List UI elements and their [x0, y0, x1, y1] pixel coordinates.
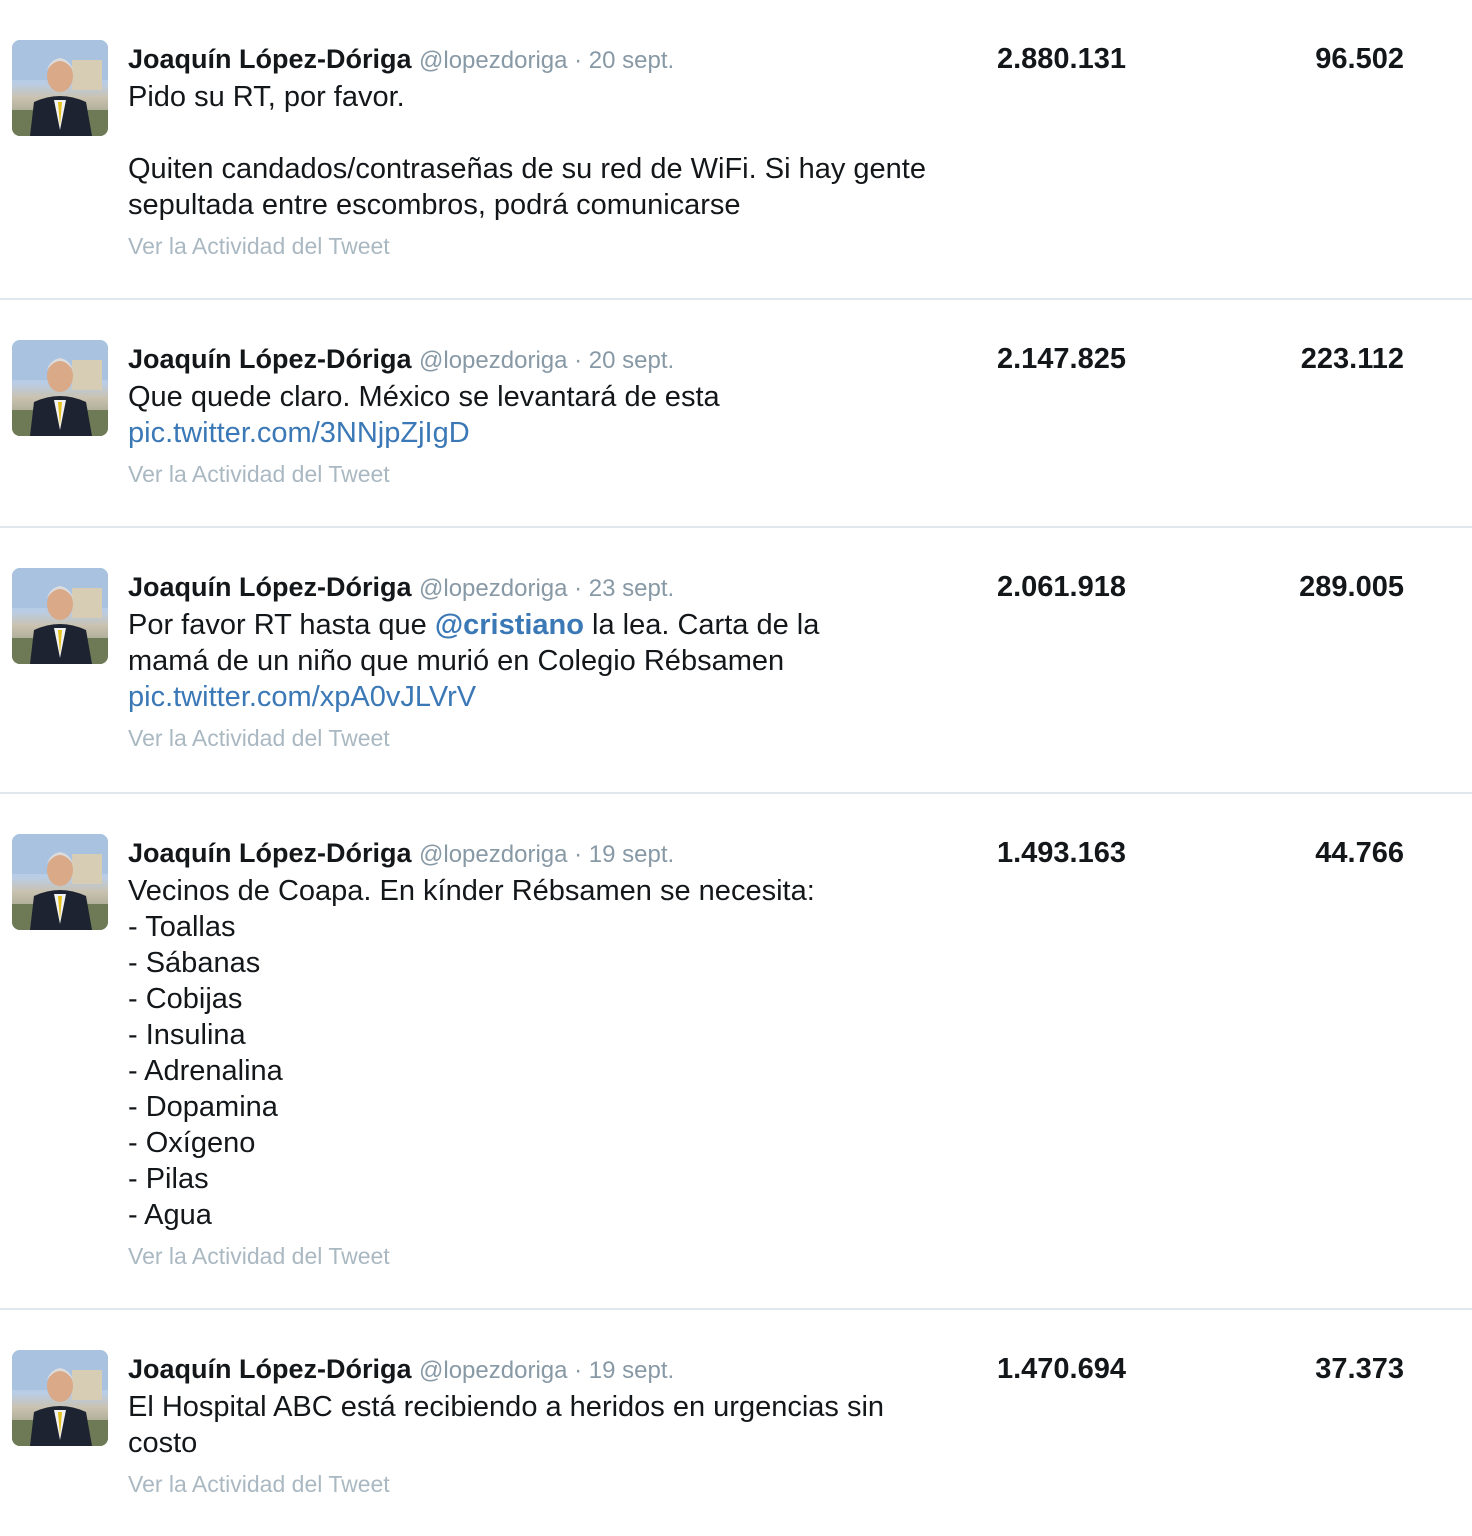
tweet-date[interactable]: 19 sept.: [589, 841, 674, 868]
engagements-count: 44.766: [1315, 837, 1404, 869]
impressions-count: 1.493.163: [996, 837, 1126, 869]
tweet-content: Joaquín López-Dóriga @lopezdoriga · 23 s…: [128, 569, 948, 753]
tweet-media-link[interactable]: pic.twitter.com/xpA0vJLVrV: [128, 681, 476, 713]
tweet-row: Joaquín López-Dóriga @lopezdoriga · 19 s…: [0, 794, 1472, 1310]
tweet-date[interactable]: 20 sept.: [589, 347, 674, 374]
tweet-text: Que quede claro. México se levantará de …: [128, 379, 948, 451]
tweet-media-link[interactable]: pic.twitter.com/3NNjpZjIgD: [128, 417, 470, 449]
avatar[interactable]: [12, 340, 108, 436]
tweet-text: Vecinos de Coapa. En kínder Rébsamen se …: [128, 873, 948, 1233]
tweet-text-segment: Pido su RT, por favor. Quiten candados/c…: [128, 81, 926, 221]
author-name[interactable]: Joaquín López-Dóriga: [128, 344, 412, 374]
tweet-text: Por favor RT hasta que @cristiano la lea…: [128, 607, 948, 715]
tweet-text-segment: Por favor RT hasta que: [128, 609, 435, 641]
engagements-count: 96.502: [1315, 43, 1404, 75]
author-handle[interactable]: @lopezdoriga: [419, 1357, 567, 1384]
tweet-content: Joaquín López-Dóriga @lopezdoriga · 19 s…: [128, 835, 948, 1271]
author-handle[interactable]: @lopezdoriga: [419, 47, 567, 74]
impressions-count: 1.470.694: [996, 1353, 1126, 1385]
tweet-row: Joaquín López-Dóriga @lopezdoriga · 23 s…: [0, 528, 1472, 794]
tweet-row: Joaquín López-Dóriga @lopezdoriga · 20 s…: [0, 0, 1472, 300]
tweet-activity-list: Joaquín López-Dóriga @lopezdoriga · 20 s…: [0, 0, 1472, 1536]
tweet-header: Joaquín López-Dóriga @lopezdoriga · 20 s…: [128, 41, 948, 79]
avatar[interactable]: [12, 568, 108, 664]
author-handle[interactable]: @lopezdoriga: [419, 841, 567, 868]
avatar[interactable]: [12, 1350, 108, 1446]
tweet-text-segment: El Hospital ABC está recibiendo a herido…: [128, 1391, 885, 1459]
tweet-text-segment: Vecinos de Coapa. En kínder Rébsamen se …: [128, 875, 815, 1231]
engagements-count: 223.112: [1300, 343, 1404, 375]
author-name[interactable]: Joaquín López-Dóriga: [128, 1354, 412, 1384]
tweet-content: Joaquín López-Dóriga @lopezdoriga · 19 s…: [128, 1351, 948, 1499]
separator: ·: [567, 575, 589, 602]
view-tweet-activity-link[interactable]: Ver la Actividad del Tweet: [128, 723, 948, 753]
tweet-row: Joaquín López-Dóriga @lopezdoriga · 20 s…: [0, 300, 1472, 528]
impressions-count: 2.147.825: [996, 343, 1126, 375]
separator: ·: [567, 1357, 589, 1384]
tweet-text: Pido su RT, por favor. Quiten candados/c…: [128, 79, 948, 223]
tweet-mention-link[interactable]: @cristiano: [435, 609, 584, 641]
author-name[interactable]: Joaquín López-Dóriga: [128, 44, 412, 74]
engagements-count: 289.005: [1299, 571, 1404, 603]
tweet-text: El Hospital ABC está recibiendo a herido…: [128, 1389, 948, 1461]
tweet-header: Joaquín López-Dóriga @lopezdoriga · 19 s…: [128, 1351, 948, 1389]
tweet-date[interactable]: 20 sept.: [589, 47, 674, 74]
tweet-header: Joaquín López-Dóriga @lopezdoriga · 23 s…: [128, 569, 948, 607]
impressions-count: 2.880.131: [996, 43, 1126, 75]
separator: ·: [567, 841, 589, 868]
view-tweet-activity-link[interactable]: Ver la Actividad del Tweet: [128, 1241, 948, 1271]
separator: ·: [567, 47, 589, 74]
avatar[interactable]: [12, 834, 108, 930]
tweet-content: Joaquín López-Dóriga @lopezdoriga · 20 s…: [128, 341, 948, 489]
tweet-header: Joaquín López-Dóriga @lopezdoriga · 19 s…: [128, 835, 948, 873]
view-tweet-activity-link[interactable]: Ver la Actividad del Tweet: [128, 459, 948, 489]
tweet-header: Joaquín López-Dóriga @lopezdoriga · 20 s…: [128, 341, 948, 379]
author-handle[interactable]: @lopezdoriga: [419, 347, 567, 374]
tweet-text-segment: Que quede claro. México se levantará de …: [128, 381, 720, 413]
tweet-content: Joaquín López-Dóriga @lopezdoriga · 20 s…: [128, 41, 948, 261]
avatar[interactable]: [12, 40, 108, 136]
author-handle[interactable]: @lopezdoriga: [419, 575, 567, 602]
view-tweet-activity-link[interactable]: Ver la Actividad del Tweet: [128, 231, 948, 261]
author-name[interactable]: Joaquín López-Dóriga: [128, 838, 412, 868]
tweet-date[interactable]: 19 sept.: [589, 1357, 674, 1384]
impressions-count: 2.061.918: [996, 571, 1126, 603]
author-name[interactable]: Joaquín López-Dóriga: [128, 572, 412, 602]
view-tweet-activity-link[interactable]: Ver la Actividad del Tweet: [128, 1469, 948, 1499]
engagements-count: 37.373: [1315, 1353, 1404, 1385]
tweet-row: Joaquín López-Dóriga @lopezdoriga · 19 s…: [0, 1310, 1472, 1536]
separator: ·: [567, 347, 589, 374]
tweet-date[interactable]: 23 sept.: [589, 575, 674, 602]
